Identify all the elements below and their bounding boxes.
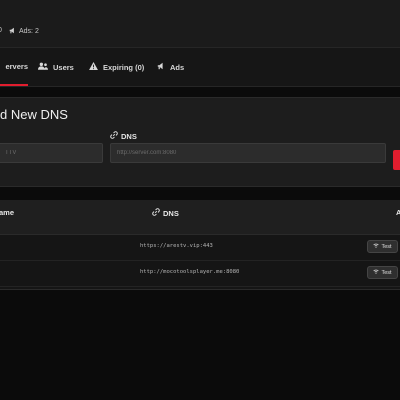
tab-ads-label: Ads (170, 62, 185, 72)
warning-icon (89, 62, 98, 72)
tab-users[interactable]: Users (38, 48, 74, 86)
page: 0 Ads: 2 ervers Users Expiring (0) (0, 0, 400, 400)
dns-input[interactable] (110, 143, 386, 163)
stat-ads: Ads: 2 (9, 27, 39, 36)
tab-servers-label: ervers (5, 61, 28, 71)
col-header-name: ame (0, 208, 15, 217)
add-dns-button[interactable] (393, 150, 400, 170)
tab-expiring[interactable]: Expiring (0) (89, 48, 144, 86)
tab-bar: ervers Users Expiring (0) Ads (0, 48, 400, 87)
test-button[interactable]: Test (367, 266, 398, 279)
col-header-dns-label: DNS (163, 208, 179, 218)
wifi-icon (373, 243, 380, 250)
table-header (0, 200, 400, 235)
stat-ads-label: Ads: 2 (19, 28, 39, 35)
dns-field-label: DNS (110, 131, 137, 141)
col-header-actions: A (396, 208, 400, 217)
row-dns-value: http://mocotoolsplayer.me:8080 (140, 269, 240, 275)
col-header-dns: DNS (152, 208, 179, 218)
stats-bar: 0 Ads: 2 (0, 0, 400, 48)
table-row: https://arestv.vip:443 Test (0, 234, 400, 261)
name-input[interactable] (0, 143, 103, 163)
test-button[interactable]: Test (367, 240, 398, 253)
link-icon (110, 131, 118, 141)
stat-partial: 0 (0, 27, 2, 34)
megaphone-icon (157, 62, 165, 72)
tab-servers[interactable]: ervers (0, 48, 28, 86)
test-button-label: Test (381, 243, 392, 250)
users-icon (38, 62, 48, 72)
row-dns-value: https://arestv.vip:443 (140, 243, 213, 249)
dns-label-text: DNS (121, 131, 137, 141)
link-icon (152, 208, 160, 218)
table-row: http://mocotoolsplayer.me:8080 Test (0, 260, 400, 287)
tab-users-label: Users (53, 62, 74, 72)
tab-ads[interactable]: Ads (157, 48, 184, 86)
tab-expiring-label: Expiring (0) (103, 62, 145, 72)
megaphone-icon (9, 27, 16, 36)
stat-partial-value: 0 (0, 27, 2, 34)
add-dns-title: d New DNS (0, 107, 68, 122)
wifi-icon (373, 269, 380, 276)
test-button-label: Test (381, 269, 392, 276)
